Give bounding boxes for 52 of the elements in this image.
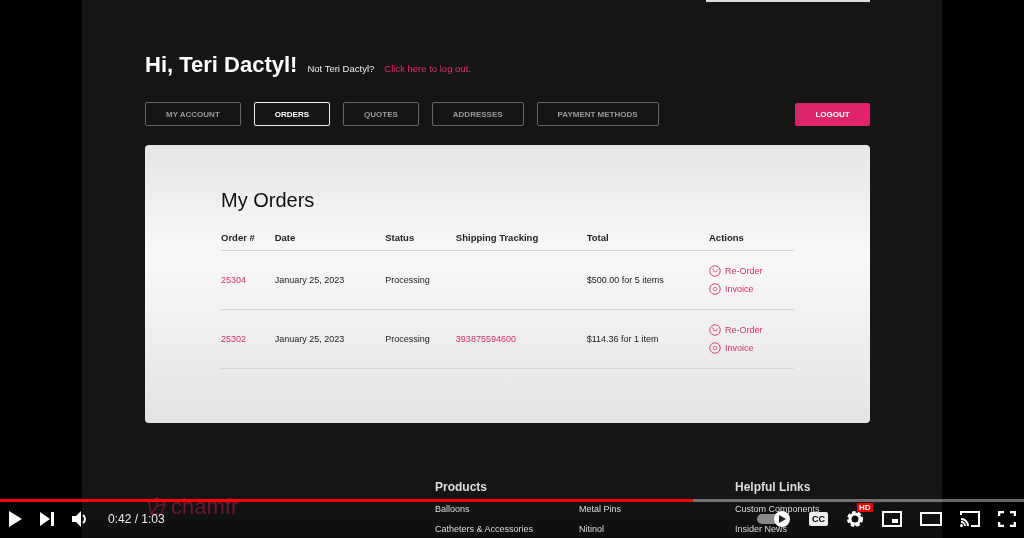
column-header: Date (274, 232, 386, 251)
footer-link[interactable]: Balloons (435, 504, 539, 514)
cart-icon (709, 265, 721, 277)
footer-link[interactable]: Nitinol (579, 524, 683, 534)
miniplayer-icon[interactable] (882, 511, 902, 527)
order-number-link[interactable]: 25302 (221, 334, 247, 344)
order-date: January 25, 2023 (274, 275, 345, 285)
footer-heading: Helpful Links (735, 480, 812, 494)
column-header: Order # (221, 232, 275, 251)
cast-icon[interactable] (960, 511, 980, 527)
reorder-link[interactable]: Re-Order (725, 325, 763, 335)
column-header: Total (586, 232, 709, 251)
footer-link[interactable]: Metal Pins (579, 504, 683, 514)
logout-link[interactable]: Click here to log out. (384, 63, 471, 74)
hd-badge: HD (857, 503, 873, 512)
order-status: Processing (385, 275, 430, 285)
logo-text: chamfr (171, 494, 239, 520)
footer-link[interactable]: Insider News (735, 524, 839, 534)
logout-button[interactable]: LOGOUT (795, 102, 870, 126)
tracking-link[interactable]: 393875594600 (455, 334, 516, 344)
account-tab[interactable]: MY ACCOUNT (145, 102, 241, 126)
column-header: Actions (709, 232, 794, 251)
greeting: Hi, Teri Dactyl! (145, 52, 298, 78)
account-tab[interactable]: ADDRESSES (431, 102, 524, 126)
account-tab[interactable]: PAYMENT METHODS (536, 102, 659, 126)
settings-icon[interactable] (846, 510, 864, 528)
captions-button[interactable]: CC (809, 512, 828, 526)
order-total: $114.36 for 1 item (586, 334, 659, 344)
order-total: $500.00 for 5 items (586, 275, 664, 285)
footer-link[interactable]: Custom Components (735, 504, 839, 514)
play-icon[interactable] (8, 511, 22, 527)
next-icon[interactable] (40, 512, 54, 526)
account-tab[interactable]: QUOTES (343, 102, 419, 126)
orders-title: My Orders (221, 189, 316, 212)
time-display: 0:42 / 1:03 (108, 512, 165, 526)
reorder-link[interactable]: Re-Order (725, 266, 763, 276)
footer-heading: Products (435, 480, 488, 494)
invoice-link[interactable]: Invoice (725, 343, 754, 353)
fullscreen-icon[interactable] (998, 511, 1016, 527)
document-icon (709, 342, 721, 354)
footer-link[interactable]: Catheters & Accessories (435, 524, 539, 534)
account-tab[interactable]: ORDERS (253, 102, 330, 126)
invoice-link[interactable]: Invoice (725, 284, 754, 294)
order-number-link[interactable]: 25304 (221, 275, 247, 285)
column-header: Shipping Tracking (455, 232, 587, 251)
theater-mode-icon[interactable] (920, 512, 942, 526)
order-status: Processing (385, 334, 430, 344)
cart-icon (709, 324, 721, 336)
order-date: January 25, 2023 (274, 334, 345, 344)
column-header: Status (385, 232, 456, 251)
document-icon (709, 283, 721, 295)
not-user-text: Not Teri Dactyl? (307, 63, 375, 74)
